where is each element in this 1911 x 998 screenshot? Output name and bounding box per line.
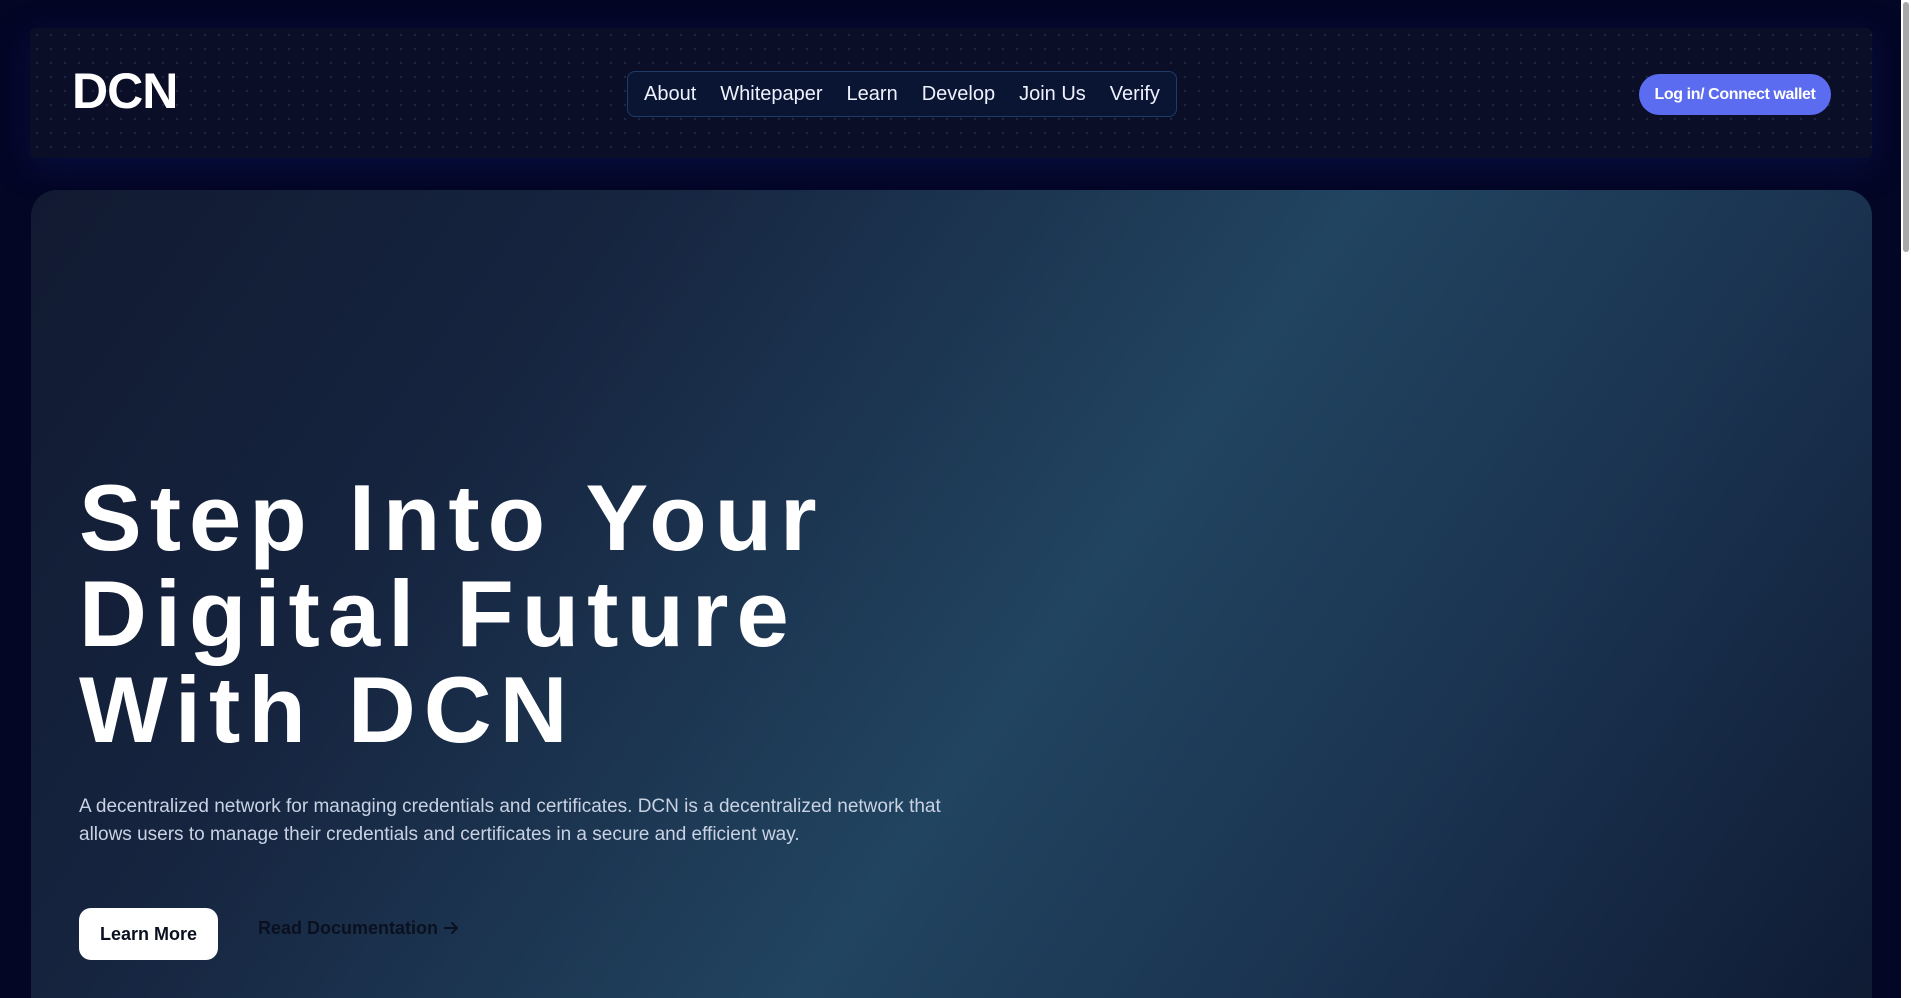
vertical-scrollbar[interactable] (1901, 0, 1911, 998)
hero-title-line-2: Digital Future (79, 561, 797, 666)
nav-item-verify[interactable]: Verify (1110, 83, 1160, 106)
logo[interactable]: DCN (72, 66, 178, 116)
nav-item-whitepaper[interactable]: Whitepaper (720, 83, 822, 106)
hero-section: Step Into Your Digital Future With DCN A… (31, 190, 1872, 998)
nav-item-about[interactable]: About (644, 83, 696, 106)
main-nav: About Whitepaper Learn Develop Join Us V… (627, 71, 1177, 117)
hero-title-line-3: With DCN (79, 657, 576, 762)
nav-item-join-us[interactable]: Join Us (1019, 83, 1086, 106)
read-documentation-link[interactable]: Read Documentation (258, 910, 460, 946)
site-header: DCN About Whitepaper Learn Develop Join … (30, 28, 1872, 158)
connect-wallet-button[interactable]: Log in/ Connect wallet (1639, 74, 1831, 115)
hero-title-line-1: Step Into Your (79, 465, 825, 570)
arrow-right-icon (444, 921, 460, 935)
learn-more-button[interactable]: Learn More (79, 908, 218, 960)
nav-item-learn[interactable]: Learn (847, 83, 898, 106)
hero-description: A decentralized network for managing cre… (79, 796, 941, 845)
page: DCN About Whitepaper Learn Develop Join … (0, 0, 1911, 998)
nav-item-develop[interactable]: Develop (922, 83, 995, 106)
hero-title: Step Into Your Digital Future With DCN (79, 470, 1079, 758)
scrollbar-thumb[interactable] (1903, 2, 1909, 252)
read-documentation-label: Read Documentation (258, 917, 439, 938)
